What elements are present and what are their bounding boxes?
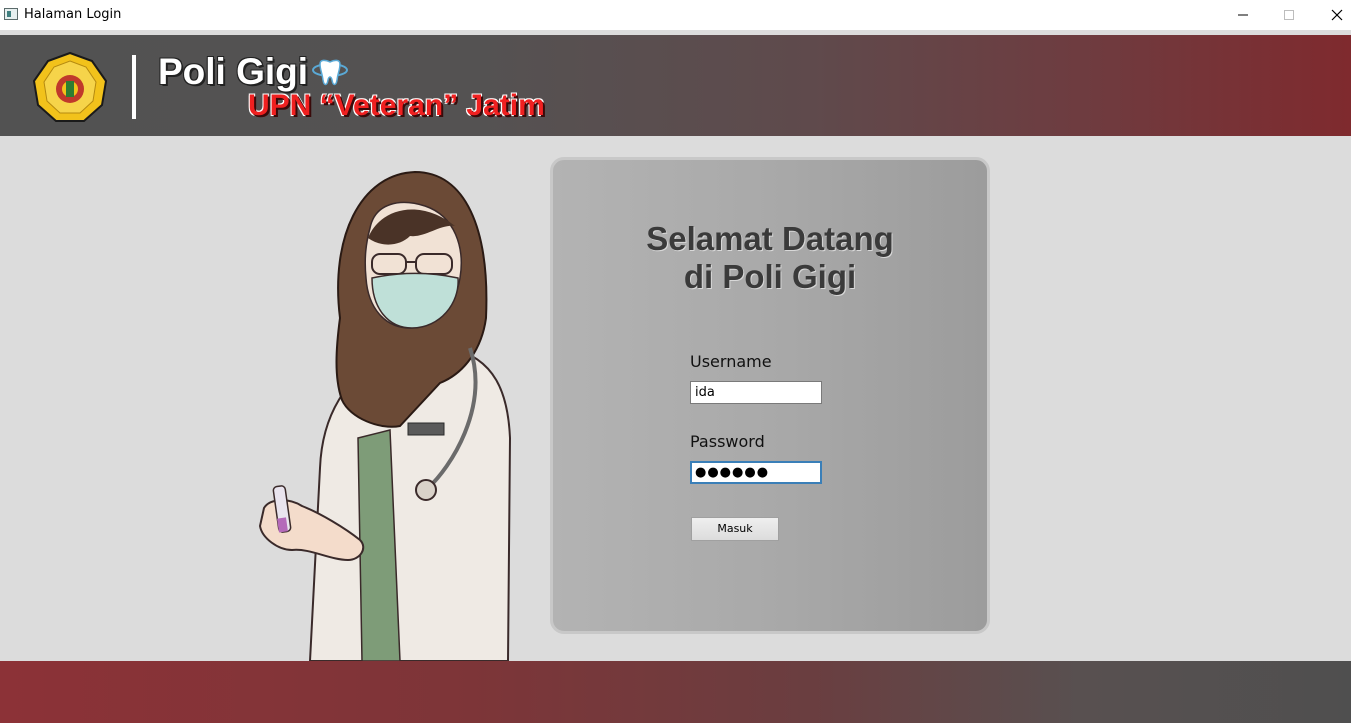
login-panel: Selamat Datang di Poli Gigi Username ida… <box>550 157 990 634</box>
maximize-button[interactable] <box>1266 0 1312 30</box>
university-seal-icon <box>32 51 108 122</box>
footer-band <box>0 661 1351 723</box>
app-icon <box>4 8 18 20</box>
window-titlebar: Halaman Login <box>0 0 1351 30</box>
header-divider <box>132 55 136 119</box>
brand-subtitle: UPN “Veteran” Jatim <box>248 89 545 122</box>
doctor-illustration <box>258 170 512 661</box>
welcome-heading: Selamat Datang di Poli Gigi <box>553 220 987 296</box>
username-field[interactable]: ida <box>690 381 822 404</box>
minimize-button[interactable] <box>1220 0 1266 30</box>
brand-title: Poli Gigi <box>158 51 309 92</box>
password-field[interactable]: ●●●●●● <box>690 461 822 484</box>
close-button[interactable] <box>1314 0 1351 30</box>
tooth-icon <box>312 59 348 86</box>
username-label: Username <box>690 352 772 371</box>
password-label: Password <box>690 432 765 451</box>
login-button[interactable]: Masuk <box>691 517 779 541</box>
minimize-icon <box>1238 14 1248 16</box>
welcome-line-2: di Poli Gigi <box>683 258 857 295</box>
welcome-line-1: Selamat Datang <box>646 220 894 257</box>
header-banner: Poli Gigi UPN “Veteran” Jatim <box>0 35 1351 136</box>
maximize-icon <box>1284 10 1294 20</box>
window-title: Halaman Login <box>24 7 122 22</box>
close-icon <box>1331 9 1343 21</box>
